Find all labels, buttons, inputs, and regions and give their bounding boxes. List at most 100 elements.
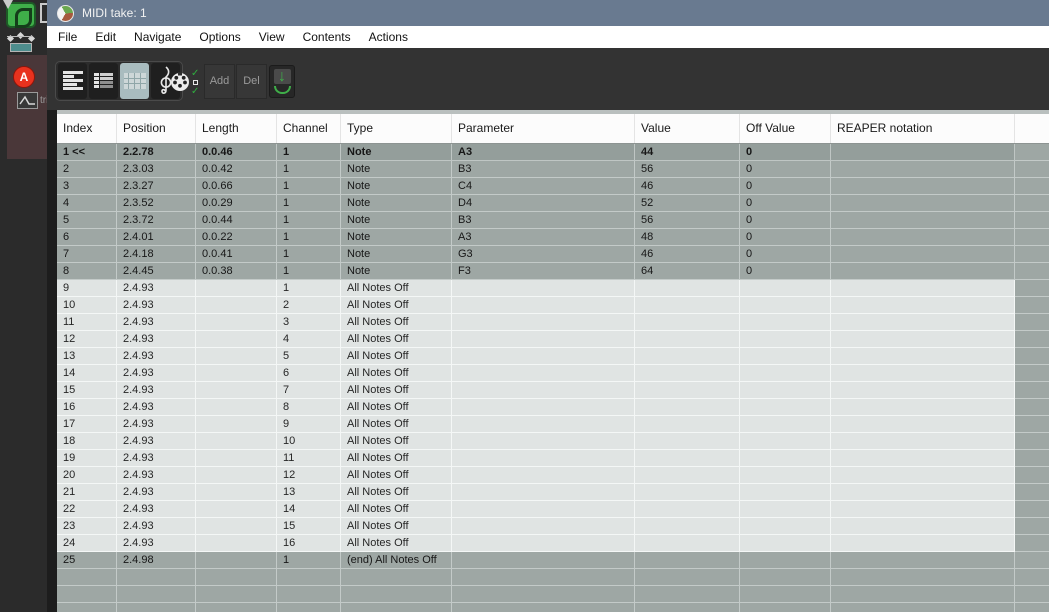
filter-events-button[interactable]: ✓ ✓ [170, 64, 204, 100]
column-header-channel[interactable]: Channel [277, 114, 341, 143]
event-row[interactable]: 7 2.4.18 0.0.41 1 Note G3 46 0 [57, 246, 1049, 263]
event-row[interactable]: 24 2.4.93 16 All Notes Off [57, 535, 1049, 552]
background-window-strip: A tri [0, 0, 48, 612]
cell-off-value [740, 348, 831, 365]
row-spacer [1015, 365, 1049, 382]
cell-index: 12 [57, 331, 117, 348]
track-panel: A tri [7, 55, 48, 159]
cell-channel: 1 [277, 229, 341, 246]
column-header-reaper-notation[interactable]: REAPER notation [831, 114, 1015, 143]
cell-reaper-notation [831, 603, 1015, 612]
cell-length [196, 348, 277, 365]
event-row[interactable]: 16 2.4.93 8 All Notes Off [57, 399, 1049, 416]
event-row[interactable]: 11 2.4.93 3 All Notes Off [57, 314, 1049, 331]
cell-position: 2.4.93 [117, 365, 196, 382]
column-header-off-value[interactable]: Off Value [740, 114, 831, 143]
event-row[interactable]: 20 2.4.93 12 All Notes Off [57, 467, 1049, 484]
cell-type: All Notes Off [341, 416, 452, 433]
cell-channel [277, 569, 341, 586]
cell-type: All Notes Off [341, 450, 452, 467]
cell-channel: 6 [277, 365, 341, 382]
cell-type: Note [341, 178, 452, 195]
delete-event-button[interactable]: Del [236, 64, 267, 99]
cell-index: 14 [57, 365, 117, 382]
event-row[interactable]: 6 2.4.01 0.0.22 1 Note A3 48 0 [57, 229, 1049, 246]
cell-off-value: 0 [740, 212, 831, 229]
menu-item-actions[interactable]: Actions [360, 26, 417, 48]
piano-roll-icon [62, 71, 83, 91]
cell-off-value [740, 297, 831, 314]
column-header-value[interactable]: Value [635, 114, 740, 143]
column-header-index[interactable]: Index [57, 114, 117, 143]
cell-position: 2.4.93 [117, 467, 196, 484]
event-row[interactable]: 9 2.4.93 1 All Notes Off [57, 280, 1049, 297]
menu-item-edit[interactable]: Edit [86, 26, 125, 48]
event-row[interactable]: 5 2.3.72 0.0.44 1 Note B3 56 0 [57, 212, 1049, 229]
cell-parameter: C4 [452, 178, 635, 195]
event-row[interactable]: 12 2.4.93 4 All Notes Off [57, 331, 1049, 348]
menu-item-options[interactable]: Options [190, 26, 249, 48]
event-row[interactable]: 15 2.4.93 7 All Notes Off [57, 382, 1049, 399]
event-row[interactable]: 10 2.4.93 2 All Notes Off [57, 297, 1049, 314]
midi-editor-window: MIDI take: 1 File Edit Navigate Options View… [47, 0, 1049, 612]
cell-reaper-notation [831, 348, 1015, 365]
cell-value: 56 [635, 161, 740, 178]
event-row[interactable]: 19 2.4.93 11 All Notes Off [57, 450, 1049, 467]
cell-reaper-notation [831, 263, 1015, 280]
event-row[interactable]: 25 2.4.98 1 (end) All Notes Off [57, 552, 1049, 569]
cell-length: 0.0.22 [196, 229, 277, 246]
event-row[interactable]: 13 2.4.93 5 All Notes Off [57, 348, 1049, 365]
event-row[interactable]: 3 2.3.27 0.0.66 1 Note C4 46 0 [57, 178, 1049, 195]
automation-envelope-icon[interactable] [5, 31, 39, 56]
cell-length [196, 586, 277, 603]
cell-index: 13 [57, 348, 117, 365]
envelope-thumbnail[interactable] [17, 92, 38, 109]
cell-length [196, 382, 277, 399]
menu-item-contents[interactable]: Contents [294, 26, 360, 48]
event-row[interactable]: 2 2.3.03 0.0.42 1 Note B3 56 0 [57, 161, 1049, 178]
event-row[interactable]: 4 2.3.52 0.0.29 1 Note D4 52 0 [57, 195, 1049, 212]
event-row[interactable]: 22 2.4.93 14 All Notes Off [57, 501, 1049, 518]
column-header-parameter[interactable]: Parameter [452, 114, 635, 143]
row-spacer [1015, 314, 1049, 331]
cell-parameter [452, 586, 635, 603]
automation-badge[interactable]: A [13, 66, 35, 88]
cell-type: All Notes Off [341, 501, 452, 518]
event-row[interactable]: 17 2.4.93 9 All Notes Off [57, 416, 1049, 433]
event-row[interactable]: 14 2.4.93 6 All Notes Off [57, 365, 1049, 382]
cell-index: 24 [57, 535, 117, 552]
event-row[interactable]: 21 2.4.93 13 All Notes Off [57, 484, 1049, 501]
title-bar[interactable]: MIDI take: 1 [47, 0, 1049, 26]
down-arrow-icon: ↓ [278, 68, 286, 85]
event-row[interactable]: 8 2.4.45 0.0.38 1 Note F3 64 0 [57, 263, 1049, 280]
column-header-length[interactable]: Length [196, 114, 277, 143]
event-row[interactable]: 18 2.4.93 10 All Notes Off [57, 433, 1049, 450]
add-event-button[interactable]: Add [204, 64, 235, 99]
named-notes-view-button[interactable] [89, 63, 118, 99]
cell-value [635, 569, 740, 586]
column-header-position[interactable]: Position [117, 114, 196, 143]
envelope-nodes-icon [6, 31, 36, 43]
cell-position: 2.4.93 [117, 399, 196, 416]
event-row[interactable]: 1 << 2.2.78 0.0.46 1 Note A3 44 0 [57, 144, 1049, 161]
menu-item-file[interactable]: File [49, 26, 86, 48]
cell-position: 2.4.93 [117, 433, 196, 450]
cell-parameter [452, 467, 635, 484]
automation-item-icon [10, 43, 32, 52]
cell-off-value: 0 [740, 263, 831, 280]
event-row[interactable]: 23 2.4.93 15 All Notes Off [57, 518, 1049, 535]
cell-channel [277, 586, 341, 603]
column-header-type[interactable]: Type [341, 114, 452, 143]
event-list-view-button[interactable] [120, 63, 149, 99]
cell-channel: 1 [277, 144, 341, 161]
piano-roll-view-button[interactable] [58, 63, 87, 99]
menu-item-navigate[interactable]: Navigate [125, 26, 190, 48]
track-record-icon[interactable] [6, 2, 36, 28]
row-spacer [1015, 212, 1049, 229]
cell-reaper-notation [831, 535, 1015, 552]
cell-value [635, 586, 740, 603]
dock-window-button[interactable]: ↓ [269, 65, 295, 98]
cell-reaper-notation [831, 450, 1015, 467]
cell-value: 52 [635, 195, 740, 212]
menu-item-view[interactable]: View [250, 26, 294, 48]
